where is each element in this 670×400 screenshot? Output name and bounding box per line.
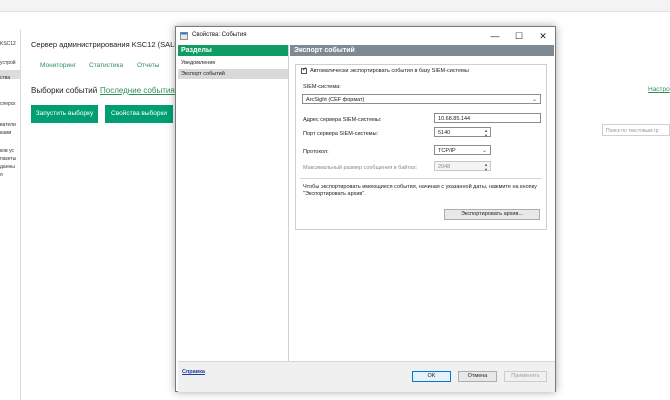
checkmark-icon: ✓ (302, 67, 308, 73)
tree-item[interactable]: ками (0, 130, 20, 137)
server-port-label: Порт сервера SIEM-системы: (303, 131, 379, 137)
section-title: Выборки событий (31, 86, 98, 95)
archive-note: Чтобы экспортировать имеющиеся события, … (303, 184, 537, 197)
server-address-label: Адрес сервера SIEM-системы: (303, 117, 382, 123)
tree-item[interactable]: KSC12 (0, 41, 20, 48)
tree-item[interactable]: сперск (0, 101, 20, 108)
protocol-dropdown[interactable]: TCP/IP ⌄ (434, 145, 491, 155)
tab-monitoring[interactable]: Мониторинг (40, 62, 76, 69)
siem-label: SIEM-система: (303, 84, 341, 90)
tree-item[interactable]: устрой (0, 60, 20, 67)
max-size-stepper[interactable]: 2048 ▲ ▼ (434, 161, 491, 172)
server-port-value: 5140 (438, 130, 451, 136)
run-selection-button[interactable]: Запустить выборку (31, 105, 98, 123)
panel-header: Экспорт событий (290, 45, 554, 56)
tab-reports[interactable]: Отчеты (137, 62, 159, 69)
selection-properties-button[interactable]: Свойства выборки (105, 105, 173, 123)
sections-header: Разделы (178, 45, 288, 56)
auto-export-label: Автоматически экспортировать события в б… (310, 68, 469, 74)
apply-button[interactable]: Применить (504, 371, 547, 382)
dialog-titlebar[interactable]: Свойства: События — ☐ ✕ (176, 27, 555, 45)
console-tree-pane: KSC12 устрой ства сперск ватели ками ков… (0, 30, 21, 400)
tree-item[interactable]: ватели (0, 122, 20, 129)
tree-item[interactable]: я (0, 172, 20, 179)
siem-value: ArcSight (CEF формат) (306, 97, 365, 103)
max-size-label: Максимальный размер сообщения в байтах: (303, 165, 418, 171)
spin-arrows-icon: ▲ ▼ (484, 128, 488, 138)
chevron-down-icon: ⌄ (531, 97, 537, 103)
nav-item-notification[interactable]: Уведомление (178, 58, 288, 68)
tab-statistics[interactable]: Статистика (89, 62, 123, 69)
close-icon[interactable]: ✕ (531, 27, 555, 45)
max-size-value: 2048 (438, 164, 451, 170)
dialog-title: Свойства: События (192, 32, 247, 38)
ok-button[interactable]: OK (412, 371, 451, 382)
search-input[interactable]: Поиск по текстовым гр (602, 124, 670, 136)
tree-item[interactable]: ков ус (0, 148, 20, 155)
tree-item[interactable]: ства (0, 75, 20, 82)
auto-export-checkbox[interactable]: ✓ (301, 67, 308, 74)
maximize-icon[interactable]: ☐ (507, 27, 531, 45)
console-title: Сервер администрирования KSC12 (SALES (31, 40, 185, 49)
tree-item[interactable]: данны (0, 164, 20, 171)
server-port-stepper[interactable]: 5140 ▲ ▼ (434, 127, 491, 138)
siem-dropdown[interactable]: ArcSight (CEF формат) ⌄ (302, 94, 541, 104)
configure-link[interactable]: Настро (648, 86, 670, 93)
dialog-footer (178, 361, 555, 392)
section-divider (300, 178, 542, 179)
window-icon (180, 32, 188, 40)
help-link[interactable]: Справка (182, 369, 205, 375)
properties-dialog: Свойства: События — ☐ ✕ Разделы Уведомле… (175, 26, 556, 392)
chevron-down-icon: ⌄ (481, 148, 487, 154)
tree-item[interactable]: пакеты (0, 156, 20, 163)
cancel-button[interactable]: Отмена (458, 371, 497, 382)
recent-events-link[interactable]: Последние события (100, 86, 175, 95)
minimize-icon[interactable]: — (483, 27, 507, 45)
protocol-value: TCP/IP (438, 148, 456, 154)
protocol-label: Протокол: (303, 149, 329, 155)
server-address-input[interactable]: 10.68.85.144 (434, 113, 541, 123)
nav-item-event-export[interactable]: Экспорт событий (178, 69, 288, 79)
spin-arrows-icon: ▲ ▼ (484, 162, 488, 172)
sections-nav: Разделы Уведомление Экспорт событий (178, 45, 289, 361)
app-top-strip (0, 0, 670, 12)
export-archive-button[interactable]: Экспортировать архив... (444, 209, 540, 220)
